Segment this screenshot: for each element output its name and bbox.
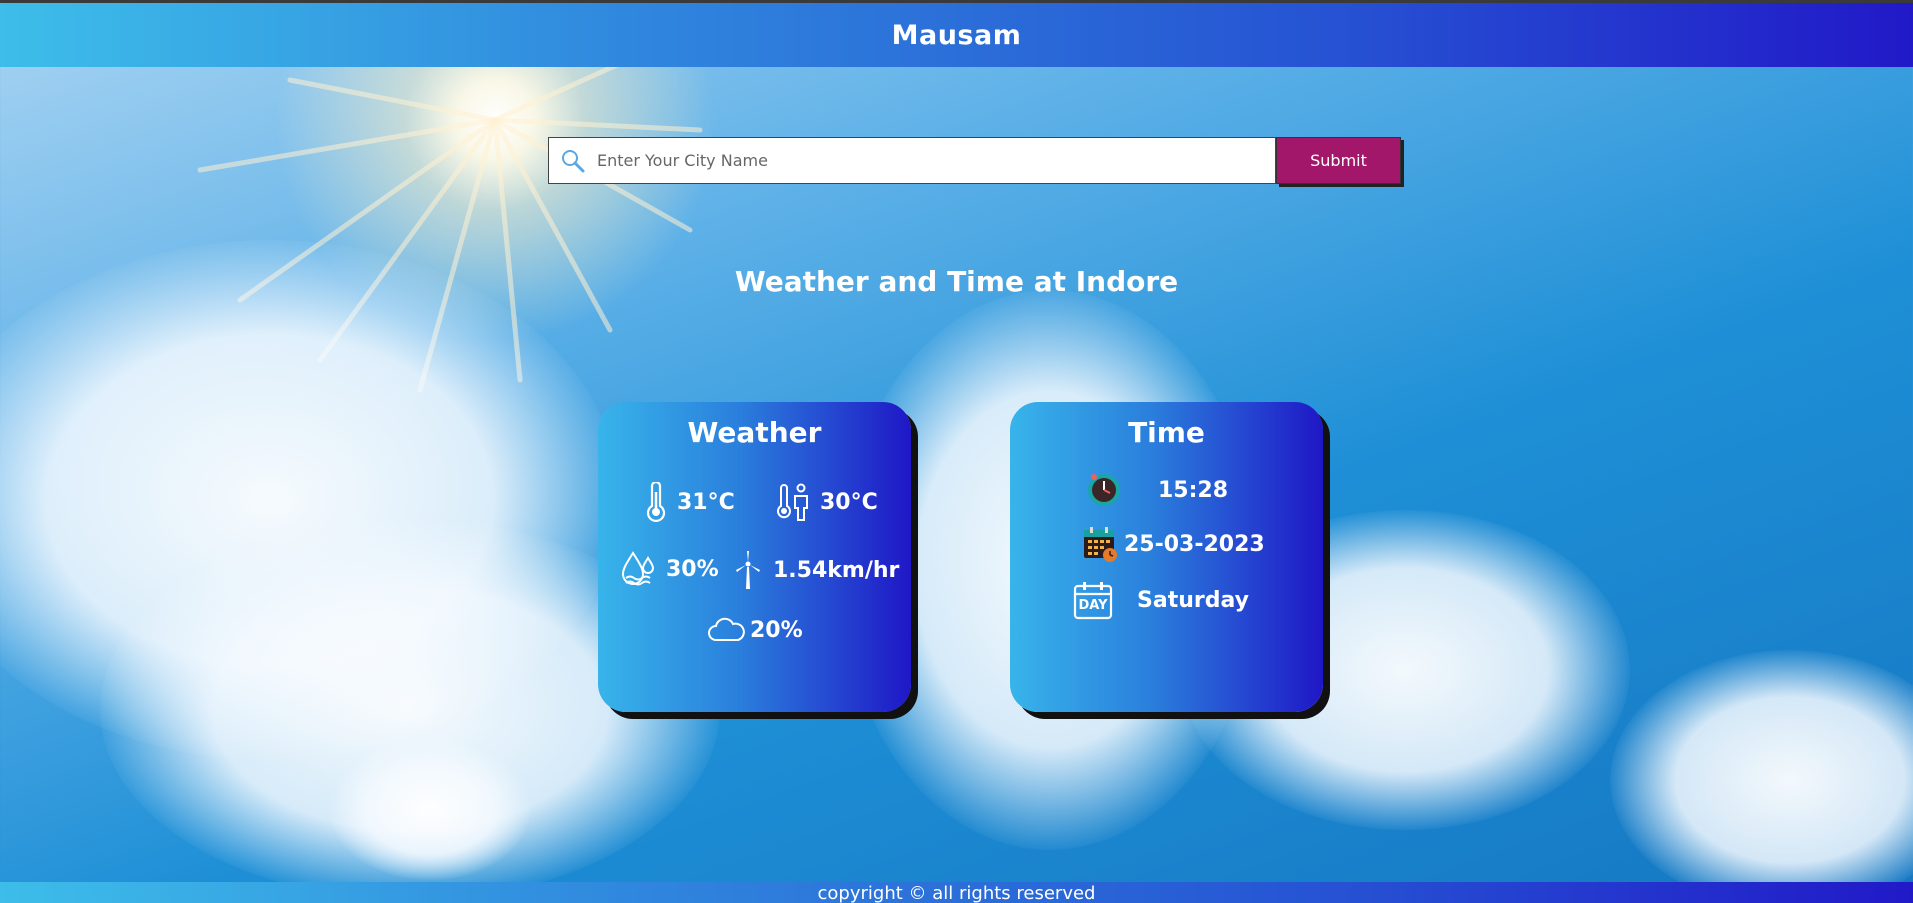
brand-title: Mausam bbox=[891, 19, 1022, 51]
submit-button[interactable]: Submit bbox=[1276, 137, 1401, 184]
calendar-icon bbox=[1082, 525, 1118, 563]
day-stat: DAY Saturday bbox=[1073, 580, 1249, 620]
feels-like-value: 30°C bbox=[820, 489, 878, 515]
date-value: 25-03-2023 bbox=[1124, 531, 1265, 557]
thermometer-icon bbox=[645, 482, 667, 522]
day-icon-label: DAY bbox=[1078, 598, 1108, 613]
search-form: Submit bbox=[548, 137, 1401, 184]
wind-stat: 1.54km/hr bbox=[733, 550, 899, 590]
day-value: Saturday bbox=[1137, 587, 1249, 613]
wind-turbine-icon bbox=[733, 550, 763, 590]
cloud-decoration bbox=[1610, 650, 1913, 903]
city-search-input[interactable] bbox=[597, 138, 1275, 183]
clock-icon bbox=[1086, 472, 1122, 508]
time-card-title: Time bbox=[1128, 416, 1205, 449]
search-box bbox=[548, 137, 1276, 184]
temperature-stat: 31°C bbox=[645, 482, 735, 522]
search-icon bbox=[549, 138, 597, 183]
humidity-stat: 30% bbox=[620, 550, 719, 588]
time-card: Time 15:28 25-03-2023 DAY Saturday bbox=[1010, 402, 1323, 712]
time-value: 15:28 bbox=[1158, 477, 1229, 503]
feels-like-icon bbox=[776, 482, 810, 522]
day-calendar-icon: DAY bbox=[1073, 580, 1113, 620]
location-heading: Weather and Time at Indore bbox=[734, 265, 1179, 298]
footer: copyright © all rights reserved bbox=[0, 882, 1913, 903]
cloud-decoration bbox=[330, 740, 530, 880]
weather-card: Weather 31°C 30°C 30% 1.54km/hr 20% bbox=[598, 402, 911, 712]
navbar: Mausam bbox=[0, 3, 1913, 67]
weather-card-title: Weather bbox=[687, 416, 822, 449]
cloudiness-value: 20% bbox=[750, 617, 803, 643]
cloudiness-stat: 20% bbox=[706, 616, 803, 644]
time-stat: 15:28 bbox=[1086, 472, 1228, 508]
wind-value: 1.54km/hr bbox=[773, 557, 900, 583]
humidity-value: 30% bbox=[666, 556, 719, 582]
date-stat: 25-03-2023 bbox=[1082, 525, 1265, 563]
copyright-text: copyright © all rights reserved bbox=[817, 883, 1096, 903]
cloud-icon bbox=[706, 616, 746, 644]
feels-like-stat: 30°C bbox=[776, 482, 878, 522]
temperature-value: 31°C bbox=[677, 489, 735, 515]
humidity-icon bbox=[620, 550, 656, 588]
